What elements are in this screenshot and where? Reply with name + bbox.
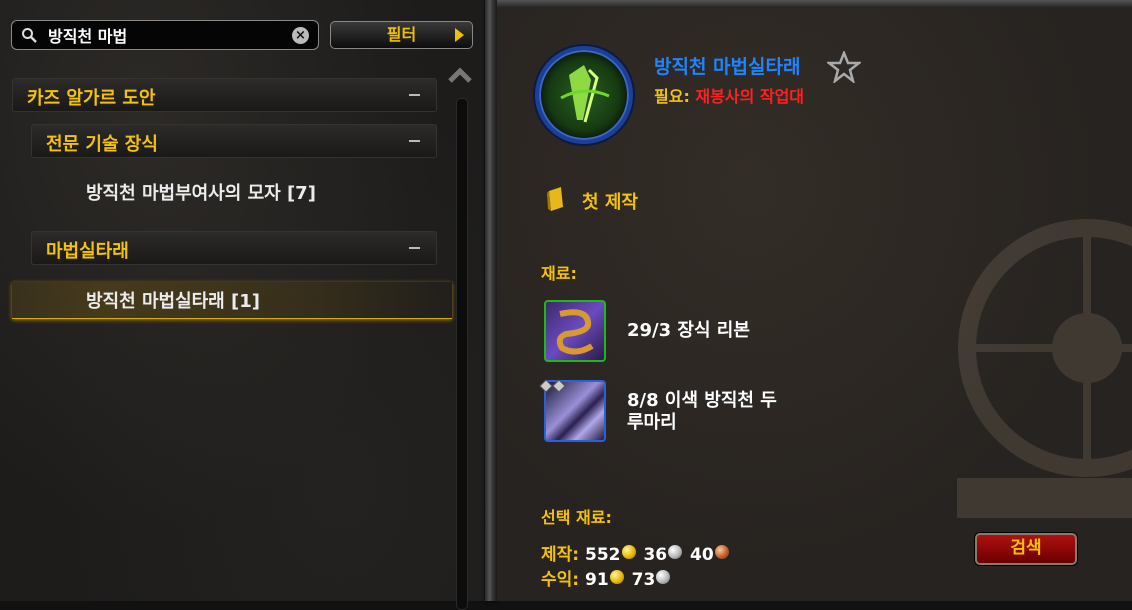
reagents-label: 재료: [541,264,577,283]
frame-border [497,0,1132,8]
profit-gold: 91 [585,570,609,590]
reagent-1-line1: 29/3 장식 리본 [627,320,750,341]
search-button[interactable]: 검색 [975,533,1077,565]
reagent-2-text: 8/8 이색 방직천 두 루마리 [627,390,777,434]
silver-coin-icon [668,545,683,559]
category-label: 카즈 알가르 도안 [27,88,156,109]
quality-diamonds-icon [539,379,566,393]
silver-coin-icon [656,570,671,584]
category-header-profession-decor[interactable]: 전문 기술 장식 [31,124,437,158]
collapse-icon[interactable] [409,247,420,249]
search-icon [22,28,37,43]
copper-coin-icon [714,545,729,559]
category-header-spellthread[interactable]: 마법실타래 [31,231,437,265]
collapse-icon[interactable] [409,140,420,142]
gold-coin-icon [609,570,624,584]
crafting-cost-line: 제작: 552 36 40 [541,540,731,565]
collapse-icon[interactable] [409,94,420,96]
clear-icon[interactable]: × [292,27,309,44]
cost-silver: 36 [643,545,668,565]
search-button-label: 검색 [1010,538,1042,558]
filter-arrow-icon [455,28,464,42]
reagent-1-text: 29/3 장식 리본 [627,320,750,342]
recipe-item-label: 방직천 마법부여사의 모자 [7] [86,183,316,204]
profit-silver: 73 [631,570,656,590]
recipe-detail-panel: 방직천 마법실타래 필요: 재봉사의 작업대 첫 제작 재료: 29/3 장식 … [497,8,1132,601]
filter-button-label: 필터 [386,25,417,44]
favorite-star-icon[interactable] [827,51,861,83]
search-input[interactable] [48,24,288,46]
reagent-2-line1: 8/8 이색 방직천 두 [627,390,777,411]
search-box[interactable]: × [11,20,319,50]
recipe-thread-icon [535,46,633,144]
optional-reagents-label: 선택 재료: [541,508,612,527]
recipe-item-label: 방직천 마법실타래 [1] [86,291,260,312]
cost-copper: 40 [690,545,714,565]
book-icon [547,187,563,211]
requirement-line: 필요: 재봉사의 작업대 [654,83,804,107]
scroll-up-icon[interactable] [447,66,473,84]
ribbon-reagent-icon[interactable] [544,300,606,362]
filter-button[interactable]: 필터 [330,21,473,49]
panel-divider [485,0,497,601]
category-label: 전문 기술 장식 [46,134,158,155]
recipe-item-hat[interactable]: 방직천 마법부여사의 모자 [7] [86,179,316,205]
recipe-title: 방직천 마법실타래 [654,56,801,78]
requires-value: 재봉사의 작업대 [695,87,805,106]
category-header-khaz-algar[interactable]: 카즈 알가르 도안 [12,78,437,112]
cost-label: 제작: [541,545,580,565]
scrollbar-track[interactable] [456,98,468,610]
profit-line: 수익: 91 73 [541,565,672,590]
requires-label: 필요: [654,87,690,106]
recipe-item-spellthread[interactable]: 방직천 마법실타래 [1] [86,287,260,313]
cost-gold: 552 [585,545,621,565]
profit-label: 수익: [541,570,580,590]
category-label: 마법실타래 [46,241,129,262]
first-craft-label: 첫 제작 [582,192,638,213]
reagent-2-line2: 루마리 [627,412,677,433]
recipe-list-panel: × 필터 카즈 알가르 도안 전문 기술 장식 방직천 마법부여사의 모자 [7… [0,0,485,610]
gold-coin-icon [621,545,636,559]
